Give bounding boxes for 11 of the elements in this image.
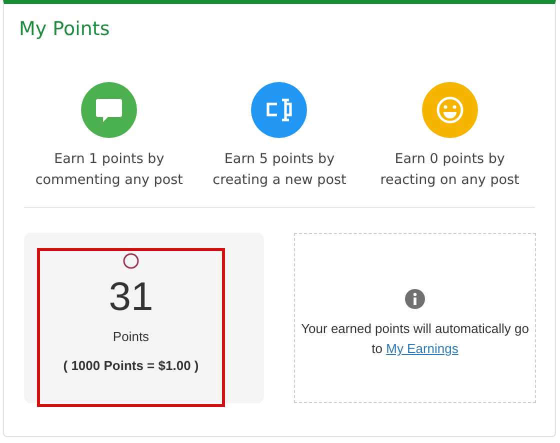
earn-rule-text: Earn 0 points by reacting on any post: [379, 150, 520, 190]
points-label: Points: [112, 329, 150, 344]
conversion-rate: ( 1000 Points = $1.00 ): [63, 358, 199, 373]
earn-rule-text: Earn 1 points by commenting any post: [34, 150, 184, 190]
info-text: Your earned points will automatically go to My Earnings: [300, 320, 530, 358]
earn-rule-text: Earn 5 points by creating a new post: [212, 150, 348, 190]
section-title: My Points: [19, 18, 111, 42]
circle-icon: [123, 253, 139, 269]
my-earnings-link[interactable]: My Earnings: [386, 341, 458, 356]
info-icon: [405, 289, 425, 309]
points-count: 31: [108, 275, 154, 319]
